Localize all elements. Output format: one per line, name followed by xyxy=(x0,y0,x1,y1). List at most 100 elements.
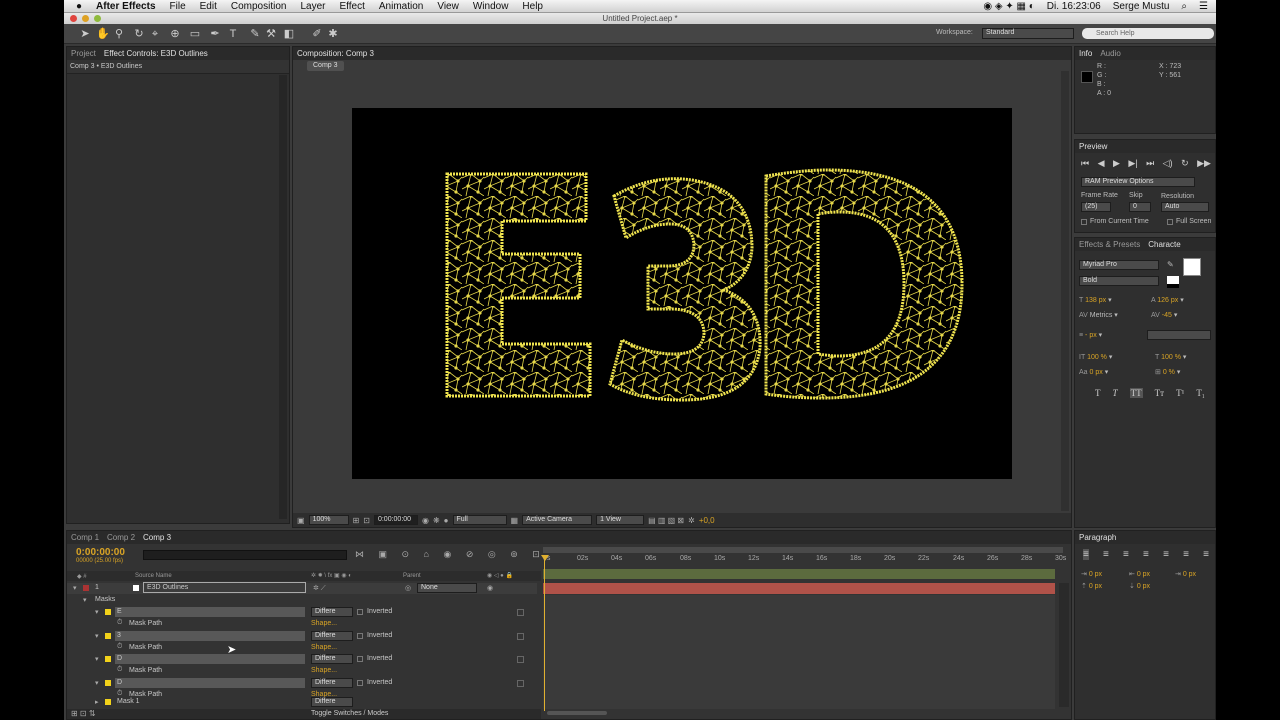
rotate-tool-icon[interactable]: ↻ xyxy=(132,27,146,41)
parent-select[interactable]: None xyxy=(417,583,477,593)
mask-lock-box[interactable] xyxy=(517,609,524,616)
source-name-header[interactable]: Source Name xyxy=(135,573,172,579)
puppet-tool-icon[interactable]: ✱ xyxy=(326,27,340,41)
mask-1-expand-icon[interactable]: ▸ xyxy=(95,698,99,706)
preview-resolution-select[interactable]: Auto xyxy=(1161,202,1209,212)
timeline-scrollbar[interactable] xyxy=(1059,583,1069,707)
mask-name[interactable]: D xyxy=(115,678,305,688)
mask-color[interactable] xyxy=(105,609,111,615)
faux-bold-button[interactable]: T xyxy=(1095,388,1101,398)
menu-file[interactable]: File xyxy=(170,1,186,12)
justify-left-icon[interactable]: ≡ xyxy=(1143,549,1149,560)
indent-first-field[interactable]: ⇥ 0 px xyxy=(1175,570,1196,578)
mask-expand-icon[interactable]: ▾ xyxy=(95,679,99,687)
mask-shape-link[interactable]: Shape... xyxy=(311,620,337,627)
menu-layer[interactable]: Layer xyxy=(300,1,325,12)
mask-row[interactable]: ▾ 3 Differe Inverted xyxy=(67,631,537,642)
zoom-slider[interactable] xyxy=(547,711,607,715)
mask-mode-select[interactable]: Differe xyxy=(311,631,353,641)
horizontal-scale-field[interactable]: T 100 % ▾ xyxy=(1155,353,1186,361)
layer-duration-bar[interactable] xyxy=(543,583,1055,594)
search-icon[interactable]: ⌕ xyxy=(1181,1,1187,12)
leading-field[interactable]: A 126 px ▾ xyxy=(1151,296,1184,304)
justify-all-icon[interactable]: ≡ xyxy=(1203,549,1209,560)
mask-1-color[interactable] xyxy=(105,699,111,705)
expand-arrow-icon[interactable]: ▾ xyxy=(73,584,77,592)
mask-mode-select[interactable]: Differe xyxy=(311,607,353,617)
layer-switch-icons[interactable]: ✲ ⟋ xyxy=(313,584,326,593)
mask-color[interactable] xyxy=(105,633,111,639)
frame-rate-select[interactable]: (25) xyxy=(1081,202,1111,212)
eraser-tool-icon[interactable]: ◧ xyxy=(282,27,296,41)
justify-center-icon[interactable]: ≡ xyxy=(1163,549,1169,560)
align-right-icon[interactable]: ≡ xyxy=(1123,549,1129,560)
workspace-select[interactable]: Standard xyxy=(982,28,1074,39)
indent-left-field[interactable]: ⇥ 0 px xyxy=(1081,570,1102,578)
tsume-field[interactable]: ⊞ 0 % ▾ xyxy=(1155,368,1180,376)
parent-header[interactable]: Parent xyxy=(403,573,421,579)
mask-lock-box[interactable] xyxy=(517,656,524,663)
menubar-clock[interactable]: Di. 16:23:06 xyxy=(1047,1,1101,12)
fill-color-swatch[interactable] xyxy=(1183,258,1201,276)
camera-tool-icon[interactable]: ⌖ xyxy=(148,27,162,41)
playhead-handle-icon[interactable] xyxy=(541,555,549,561)
selection-tool-icon[interactable]: ➤ xyxy=(78,27,92,41)
ram-preview-select[interactable]: RAM Preview Options xyxy=(1081,177,1195,187)
from-current-box[interactable] xyxy=(1081,218,1087,225)
type-tool-icon[interactable]: T xyxy=(226,27,240,41)
exposure-icon[interactable]: ✲ xyxy=(688,516,695,525)
indent-right-field[interactable]: ⇤ 0 px xyxy=(1129,570,1150,578)
full-screen-checkbox[interactable]: Full Screen xyxy=(1167,218,1211,225)
color-icon[interactable]: ● xyxy=(444,516,449,525)
roto-brush-tool-icon[interactable]: ✐ xyxy=(310,27,324,41)
eyedropper-icon[interactable]: ✎ xyxy=(1167,260,1174,269)
tab-comp-1[interactable]: Comp 1 xyxy=(71,533,99,542)
font-style-select[interactable]: Bold xyxy=(1079,276,1159,286)
menu-help[interactable]: Help xyxy=(522,1,543,12)
composition-viewer[interactable] xyxy=(352,108,1012,479)
prev-frame-icon[interactable]: ◀ xyxy=(1098,158,1105,169)
black-swatch[interactable] xyxy=(1167,284,1179,288)
mask-1-row[interactable]: ▸ Mask 1 Differe xyxy=(67,697,537,708)
menu-app[interactable]: After Effects xyxy=(96,1,155,12)
justify-right-icon[interactable]: ≡ xyxy=(1183,549,1189,560)
mask-row[interactable]: ▾ D Differe Inverted xyxy=(67,678,537,689)
camera-select[interactable]: Active Camera xyxy=(522,515,593,525)
from-current-checkbox[interactable]: From Current Time xyxy=(1081,218,1149,225)
region-icon[interactable]: ⊡ xyxy=(363,516,370,525)
mask-path-row[interactable]: ⏱ Mask Path Shape... xyxy=(67,619,537,630)
mask-path-row[interactable]: ⏱ Mask Path Shape... xyxy=(67,643,537,654)
menu-view[interactable]: View xyxy=(437,1,459,12)
faux-italic-button[interactable]: T xyxy=(1113,388,1118,398)
superscript-button[interactable]: T¹ xyxy=(1176,388,1184,398)
search-help-input[interactable]: Search Help xyxy=(1082,28,1214,39)
masks-expand-icon[interactable]: ▾ xyxy=(83,596,87,604)
transparency-grid-icon[interactable]: ▦ xyxy=(511,516,519,525)
kerning-field[interactable]: AV Metrics ▾ xyxy=(1079,311,1118,319)
stopwatch-icon[interactable]: ⏱ xyxy=(117,643,122,651)
mask-shape-link[interactable]: Shape... xyxy=(311,644,337,651)
mask-shape-link[interactable]: Shape... xyxy=(311,667,337,674)
white-swatch[interactable] xyxy=(1167,276,1179,284)
comp-scrollbar[interactable] xyxy=(1061,71,1069,511)
tab-project[interactable]: Project xyxy=(71,49,96,58)
zoom-window-button[interactable] xyxy=(94,15,101,22)
time-ruler[interactable]: 0s 02s 04s 06s 08s 10s 12s 14s 16s 18s 20s 22s 24s 26… xyxy=(543,555,1066,567)
menubar-user[interactable]: Serge Mustu xyxy=(1113,1,1170,12)
apple-icon[interactable]: ● xyxy=(76,1,82,12)
align-center-icon[interactable]: ≡ xyxy=(1103,549,1109,560)
last-frame-icon[interactable]: ⏭ xyxy=(1146,158,1154,169)
menu-animation[interactable]: Animation xyxy=(379,1,423,12)
stopwatch-icon[interactable]: ⏱ xyxy=(117,666,122,674)
tracking-field[interactable]: AV -45 ▾ xyxy=(1151,311,1177,319)
brush-tool-icon[interactable]: ✎ xyxy=(248,27,262,41)
tab-preview[interactable]: Preview xyxy=(1079,142,1107,151)
menu-window[interactable]: Window xyxy=(473,1,509,12)
next-frame-icon[interactable]: ▶| xyxy=(1128,158,1137,169)
tab-comp-3[interactable]: Comp 3 xyxy=(143,533,171,542)
timeline-timecode[interactable]: 0:00:00:00 xyxy=(76,547,125,558)
mask-row[interactable]: ▾ D Differe Inverted xyxy=(67,654,537,665)
mask-1-mode[interactable]: Differe xyxy=(311,697,353,707)
ram-preview-icon[interactable]: ▶▶ xyxy=(1197,158,1211,169)
zoom-select[interactable]: 100% xyxy=(308,515,349,525)
